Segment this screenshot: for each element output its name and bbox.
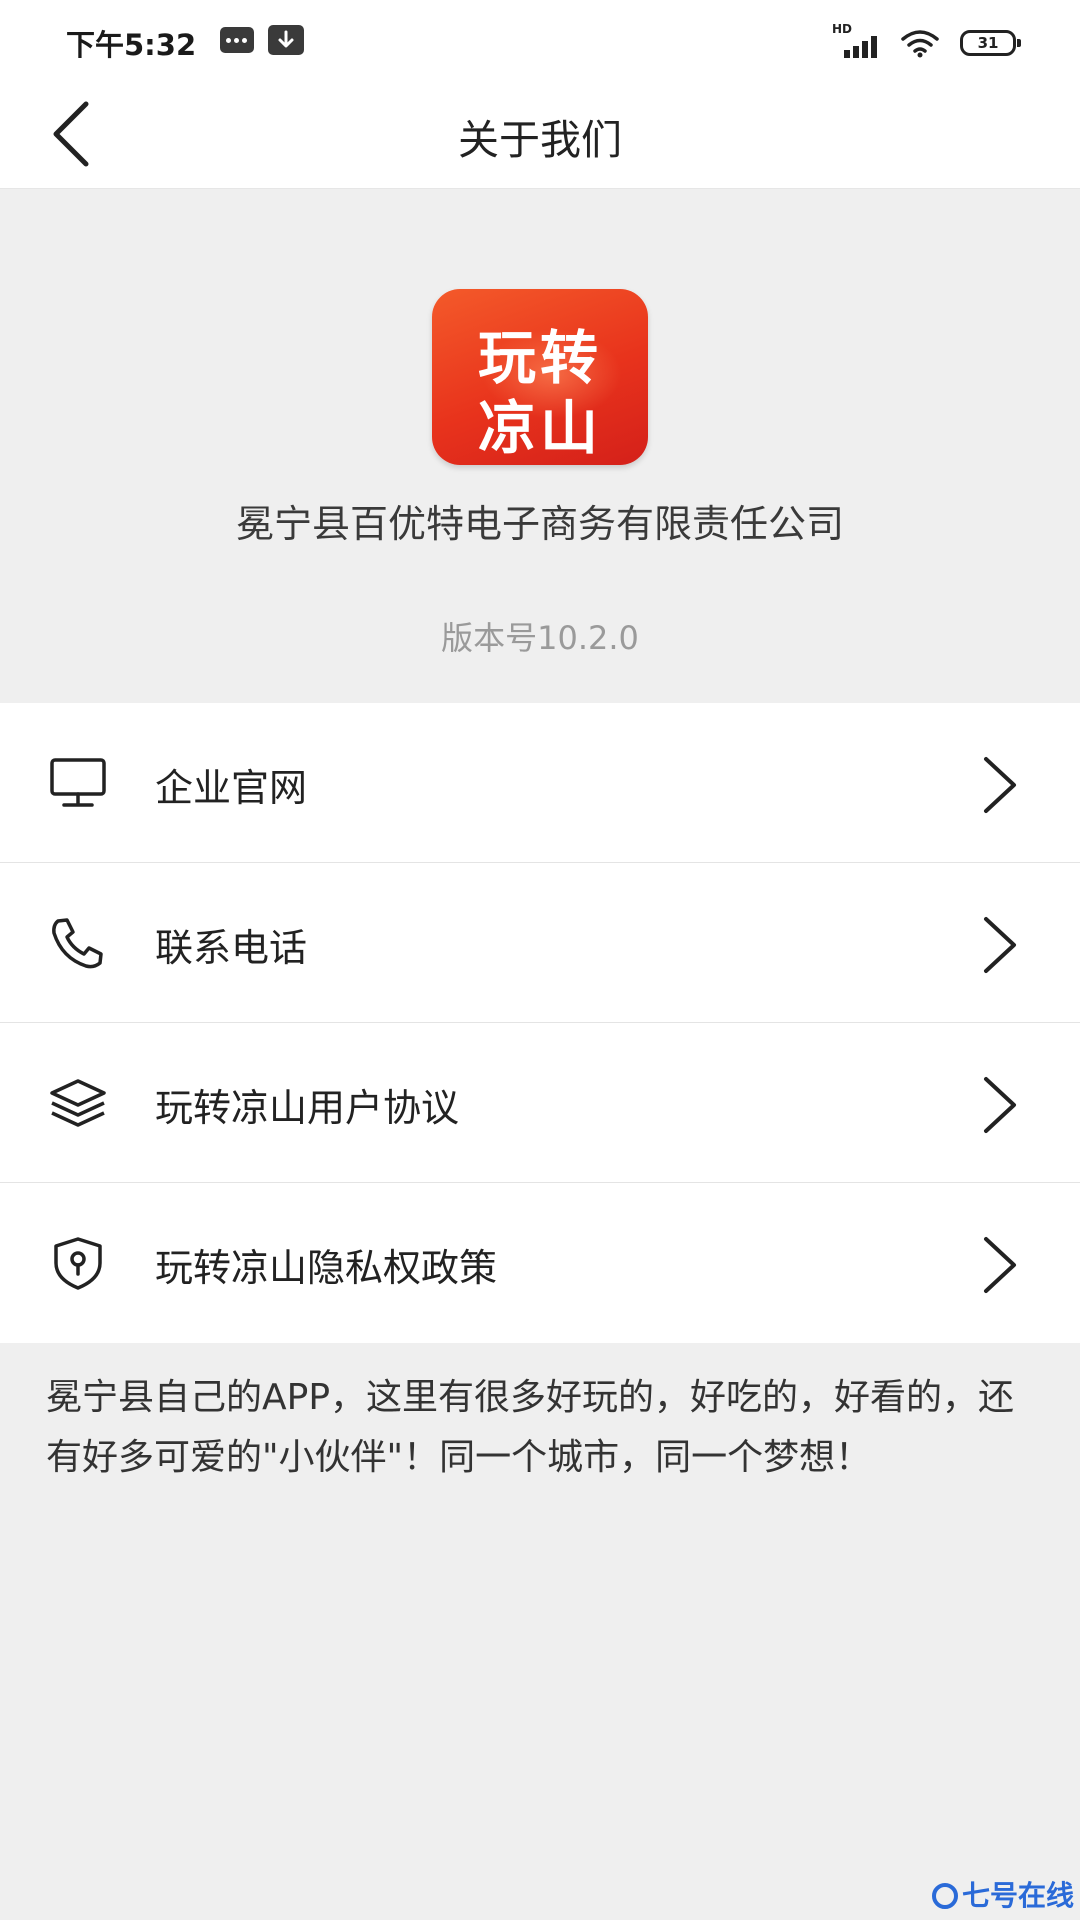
- shield-icon: [54, 1237, 102, 1290]
- app-logo-text-bottom: 凉山: [477, 394, 602, 462]
- download-notification-icon: [268, 25, 304, 55]
- page-title: 关于我们: [458, 116, 622, 164]
- about-menu: 企业官网 联系电话 玩转凉山用户协议 玩转凉山隐私权政策: [0, 703, 1080, 1343]
- battery-icon: 31: [960, 30, 1021, 56]
- monitor-icon: [50, 758, 106, 807]
- menu-item-privacy-policy[interactable]: 玩转凉山隐私权政策: [0, 1183, 1080, 1343]
- chevron-right-icon: [984, 757, 1016, 813]
- status-bar: 下午5:32 HD 31: [0, 0, 1080, 80]
- menu-item-label: 玩转凉山隐私权政策: [155, 1246, 498, 1290]
- status-time: 下午5:32: [66, 28, 197, 62]
- cell-signal-icon: [840, 36, 880, 58]
- about-header: 玩转 凉山 冕宁县百优特电子商务有限责任公司 版本号10.2.0: [0, 189, 1080, 703]
- wifi-icon: [900, 28, 940, 58]
- company-name: 冕宁县百优特电子商务有限责任公司: [235, 502, 844, 546]
- app-logo: 玩转 凉山: [432, 289, 648, 465]
- chevron-right-icon: [984, 917, 1016, 973]
- menu-item-user-agreement[interactable]: 玩转凉山用户协议: [0, 1023, 1080, 1183]
- menu-item-label: 玩转凉山用户协议: [155, 1086, 460, 1130]
- message-notification-icon: [220, 27, 254, 53]
- search-icon: [932, 1883, 958, 1909]
- phone-icon: [52, 918, 103, 969]
- layers-icon: [50, 1079, 106, 1127]
- menu-item-website[interactable]: 企业官网: [0, 703, 1080, 863]
- chevron-right-icon: [984, 1237, 1016, 1293]
- menu-item-label: 联系电话: [155, 926, 308, 970]
- menu-item-label: 企业官网: [155, 766, 308, 810]
- watermark: 七号在线: [932, 1874, 1074, 1914]
- hd-label: HD: [832, 22, 853, 36]
- chevron-right-icon: [984, 1077, 1016, 1133]
- app-description: 冕宁县自己的APP，这里有很多好玩的，好吃的，好看的，还有好多可爱的"小伙伴"！…: [46, 1377, 1015, 1478]
- navigation-bar: 关于我们: [0, 80, 1080, 189]
- version-label: 版本号10.2.0: [441, 619, 639, 657]
- watermark-text: 七号在线: [962, 1879, 1075, 1912]
- menu-item-phone[interactable]: 联系电话: [0, 863, 1080, 1023]
